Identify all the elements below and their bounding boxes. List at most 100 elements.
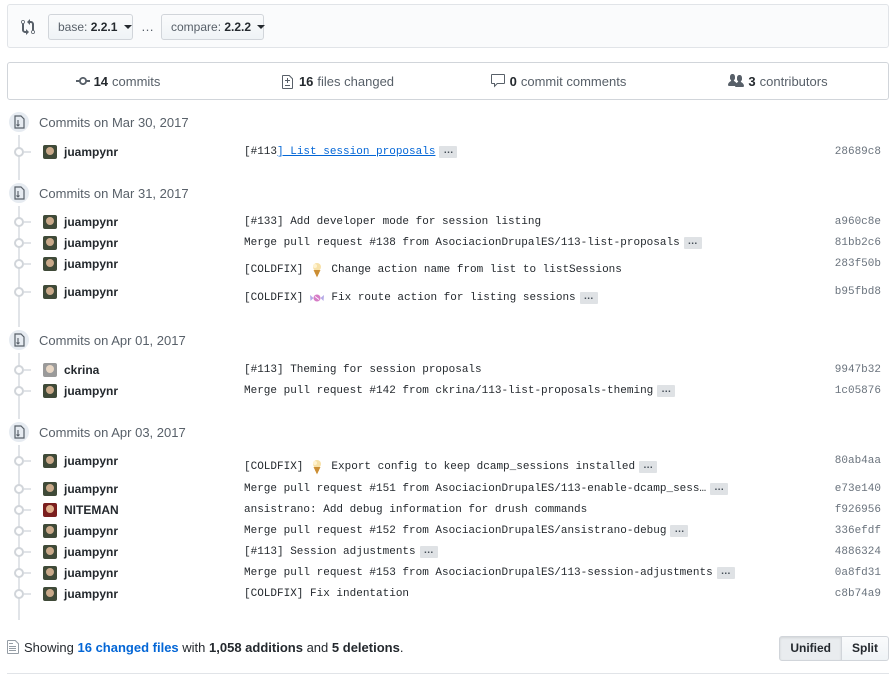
expand-message-button[interactable]: … (439, 146, 458, 158)
commit-sha-link[interactable]: 80ab4aa (835, 455, 881, 467)
commit-message: [COLDFIX] Change action name from list to… (244, 262, 622, 278)
commit-sha-link[interactable]: 0a8fd31 (835, 567, 881, 579)
expand-message-button[interactable]: … (579, 292, 598, 304)
commit-comments-tab[interactable]: 0 commit comments (448, 63, 668, 99)
commit-message-text[interactable]: Merge pull request #151 from AsociacionD… (244, 483, 706, 495)
compare-summary: 14 commits 16 files changed 0 commit com… (7, 62, 889, 100)
commit-message: Merge pull request #142 from ckrina/113-… (244, 385, 676, 397)
commit-author[interactable]: juampynr (64, 545, 118, 559)
expand-message-button[interactable]: … (716, 567, 735, 579)
expand-message-button[interactable]: … (683, 237, 702, 249)
commit-message-text[interactable]: Change action name from list to listSess… (331, 264, 621, 276)
candy-icon (309, 290, 325, 306)
commit-message-text[interactable]: [#113] Theming for session proposals (244, 364, 482, 376)
contributors-label: contributors (759, 73, 828, 89)
commit-author[interactable]: juampynr (64, 215, 118, 229)
commit-group-header: Commits on Mar 30, 2017 (7, 109, 189, 135)
avatar[interactable] (43, 363, 57, 377)
commit-group-date: Commits on Apr 03, 2017 (39, 424, 186, 440)
commit-author[interactable]: juampynr (64, 145, 118, 159)
timeline-dot (14, 287, 24, 297)
avatar[interactable] (43, 236, 57, 250)
unified-button[interactable]: Unified (779, 636, 842, 661)
expand-message-button[interactable]: … (670, 525, 689, 537)
commit-author[interactable]: juampynr (64, 257, 118, 271)
comments-count: 0 (509, 73, 517, 89)
avatar[interactable] (43, 587, 57, 601)
commit-message-text[interactable]: Merge pull request #152 from AsociacionD… (244, 525, 666, 537)
commit-author[interactable]: ckrina (64, 363, 99, 377)
avatar[interactable] (43, 524, 57, 538)
commit-author[interactable]: juampynr (64, 566, 118, 580)
commit-sha-link[interactable]: f926956 (835, 504, 881, 516)
contributors-tab[interactable]: 3 contributors (668, 63, 888, 99)
commit-message-text[interactable]: Merge pull request #138 from AsociacionD… (244, 237, 680, 249)
commit-message-text[interactable]: Export config to keep dcamp_sessions ins… (331, 461, 635, 473)
commit-message-text[interactable]: [COLDFIX] Fix indentation (244, 588, 409, 600)
commit-sha-link[interactable]: 1c05876 (835, 385, 881, 397)
split-button[interactable]: Split (842, 636, 889, 661)
commit-sha-link[interactable]: b95fbd8 (835, 286, 881, 298)
avatar[interactable] (43, 285, 57, 299)
expand-message-button[interactable]: … (710, 483, 729, 495)
git-commit-group-icon (7, 181, 31, 205)
commit-message-link[interactable]: ] List session proposals (277, 146, 435, 158)
commit-author[interactable]: juampynr (64, 236, 118, 250)
commit-message: [COLDFIX] Fix route action for listing se… (244, 290, 598, 306)
avatar[interactable] (43, 566, 57, 580)
expand-message-button[interactable]: … (419, 546, 438, 558)
commit-sha-link[interactable]: e73e140 (835, 483, 881, 495)
commit-sha-link[interactable]: c8b74a9 (835, 588, 881, 600)
timeline-connector (24, 572, 31, 574)
commit-author[interactable]: juampynr (64, 587, 118, 601)
changed-files-link[interactable]: 16 changed files (78, 640, 179, 655)
commit-author[interactable]: NITEMAN (64, 503, 119, 517)
avatar[interactable] (43, 454, 57, 468)
commit-author[interactable]: juampynr (64, 285, 118, 299)
files-changed-tab[interactable]: 16 files changed (228, 63, 448, 99)
commit-message-text[interactable]: Merge pull request #142 from ckrina/113-… (244, 385, 653, 397)
avatar[interactable] (43, 545, 57, 559)
avatar[interactable] (43, 257, 57, 271)
commit-sha-link[interactable]: 28689c8 (835, 146, 881, 158)
commit-author[interactable]: juampynr (64, 384, 118, 398)
commit-sha-link[interactable]: 283f50b (835, 258, 881, 270)
commit-message: ansistrano: Add debug information for dr… (244, 504, 587, 516)
caret-down-icon (123, 25, 132, 29)
avatar[interactable] (43, 482, 57, 496)
expand-message-button[interactable]: … (657, 385, 676, 397)
commit-message-text[interactable]: [#133] Add developer mode for session li… (244, 216, 541, 228)
commit-row: juampynr Merge pull request #138 from Aso… (0, 232, 896, 252)
commit-message-text[interactable]: [#113] Session adjustments (244, 546, 416, 558)
commit-sha-link[interactable]: 336efdf (835, 525, 881, 537)
commit-message-prefix[interactable]: [COLDFIX] (244, 461, 303, 473)
commit-sha-link[interactable]: a960c8e (835, 216, 881, 228)
commit-message-prefix[interactable]: [COLDFIX] (244, 264, 303, 276)
avatar[interactable] (43, 503, 57, 517)
avatar[interactable] (43, 215, 57, 229)
timeline-connector (24, 530, 31, 532)
commit-author[interactable]: juampynr (64, 524, 118, 538)
commit-message-prefix[interactable]: [COLDFIX] (244, 292, 303, 304)
commit-message-text[interactable]: Merge pull request #153 from AsociacionD… (244, 567, 713, 579)
commit-message: [#113] Session adjustments… (244, 546, 438, 558)
timeline-dot (14, 568, 24, 578)
compare-branch-select[interactable]: compare: 2.2.2 (161, 14, 266, 40)
avatar[interactable] (43, 384, 57, 398)
expand-message-button[interactable]: … (639, 461, 658, 473)
commit-group-header: Commits on Mar 31, 2017 (7, 180, 189, 206)
commit-sha-link[interactable]: 4886324 (835, 546, 881, 558)
avatar[interactable] (43, 145, 57, 159)
commits-tab[interactable]: 14 commits (8, 63, 228, 99)
commit-author[interactable]: juampynr (64, 482, 118, 496)
commit-row: juampynr [#113] Session adjustments… 48863… (0, 541, 896, 561)
commit-sha-link[interactable]: 81bb2c6 (835, 237, 881, 249)
commit-message-text[interactable]: Fix route action for listing sessions (331, 292, 575, 304)
commit-row: juampynr [COLDFIX] Fix indentation c8b74a9 (0, 583, 896, 603)
commit-message-text[interactable]: ansistrano: Add debug information for dr… (244, 504, 587, 516)
people-icon (728, 74, 745, 87)
commit-sha-link[interactable]: 9947b32 (835, 364, 881, 376)
commit-author[interactable]: juampynr (64, 454, 118, 468)
commit-row: juampynr [COLDFIX] Export config to keep d… (0, 450, 896, 475)
base-branch-select[interactable]: base: 2.2.1 (48, 14, 133, 40)
